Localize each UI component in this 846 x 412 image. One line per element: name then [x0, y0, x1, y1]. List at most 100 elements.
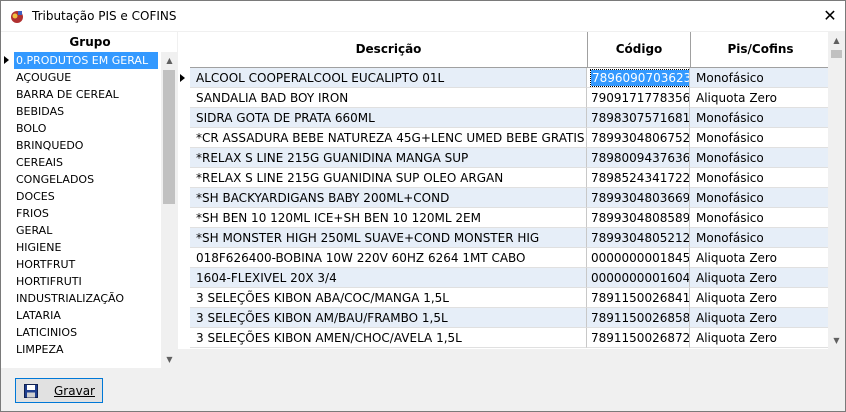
cell-pis-cofins[interactable]: Monofásico: [690, 108, 829, 128]
cell-pis-cofins[interactable]: Aliquota Zero: [690, 308, 829, 328]
cell-descricao[interactable]: *SH MONSTER HIGH 250ML SUAVE+COND MONSTE…: [190, 228, 587, 248]
row-indicator[interactable]: [178, 148, 190, 168]
cell-descricao[interactable]: SIDRA GOTA DE PRATA 660ML: [190, 108, 587, 128]
table-row[interactable]: 3 SELEÇÕES KIBON AMEN/CHOC/AVELA 1,5L 789…: [178, 328, 829, 348]
cell-codigo[interactable]: 7896090703623: [587, 68, 690, 88]
cell-descricao[interactable]: 3 SELEÇÕES KIBON AMEN/CHOC/AVELA 1,5L: [190, 328, 587, 348]
table-row[interactable]: 3 SELEÇÕES KIBON ABA/COC/MANGA 1,5L 78911…: [178, 288, 829, 308]
group-item[interactable]: FRIOS: [1, 205, 161, 222]
table-row[interactable]: ALCOOL COOPERALCOOL EUCALIPTO 01L 7896090…: [178, 68, 829, 88]
group-item[interactable]: AÇOUGUE: [1, 69, 161, 86]
cell-pis-cofins[interactable]: Monofásico: [690, 228, 829, 248]
cell-pis-cofins[interactable]: Aliquota Zero: [690, 268, 829, 288]
cell-descricao[interactable]: 3 SELEÇÕES KIBON AM/BAU/FRAMBO 1,5L: [190, 308, 587, 328]
table-row[interactable]: *SH BACKYARDIGANS BABY 200ML+COND 7899304…: [178, 188, 829, 208]
group-item[interactable]: LIMPEZA: [1, 341, 161, 358]
cell-descricao[interactable]: 018F626400-BOBINA 10W 220V 60HZ 6264 1MT…: [190, 248, 587, 268]
cell-pis-cofins[interactable]: Monofásico: [690, 208, 829, 228]
group-item[interactable]: DOCES: [1, 188, 161, 205]
cell-descricao[interactable]: 1604-FLEXIVEL 20X 3/4: [190, 268, 587, 288]
row-indicator[interactable]: [178, 268, 190, 288]
group-list-scrollbar[interactable]: ▲ ▼: [161, 52, 177, 368]
group-item[interactable]: LATICINIOS: [1, 324, 161, 341]
cell-pis-cofins[interactable]: Monofásico: [690, 188, 829, 208]
cell-codigo[interactable]: 0000000001845: [587, 248, 690, 268]
cell-pis-cofins[interactable]: Aliquota Zero: [690, 88, 829, 108]
cell-descricao[interactable]: *SH BEN 10 120ML ICE+SH BEN 10 120ML 2EM: [190, 208, 587, 228]
cell-codigo[interactable]: 7898524341722: [587, 168, 690, 188]
cell-codigo[interactable]: 7899304808589: [587, 208, 690, 228]
row-indicator[interactable]: [178, 288, 190, 308]
group-item[interactable]: CONGELADOS: [1, 171, 161, 188]
grid-scroll-thumb[interactable]: [831, 50, 842, 58]
table-row[interactable]: *RELAX S LINE 215G GUANIDINA MANGA SUP 78…: [178, 148, 829, 168]
table-row[interactable]: 3 SELEÇÕES KIBON AM/BAU/FRAMBO 1,5L 78911…: [178, 308, 829, 328]
table-row[interactable]: SIDRA GOTA DE PRATA 660ML 7898307571681 Mo…: [178, 108, 829, 128]
table-row[interactable]: *SH BEN 10 120ML ICE+SH BEN 10 120ML 2EM…: [178, 208, 829, 228]
group-item[interactable]: HIGIENE: [1, 239, 161, 256]
row-indicator[interactable]: [178, 208, 190, 228]
table-row[interactable]: 018F626400-BOBINA 10W 220V 60HZ 6264 1MT…: [178, 248, 829, 268]
grid-scroll-up-icon[interactable]: ▲: [828, 32, 845, 49]
scroll-down-icon[interactable]: ▼: [161, 351, 178, 368]
cell-codigo[interactable]: 0000000001604: [587, 268, 690, 288]
group-item[interactable]: BEBIDAS: [1, 103, 161, 120]
cell-pis-cofins[interactable]: Aliquota Zero: [690, 328, 829, 348]
group-item[interactable]: BARRA DE CEREAL: [1, 86, 161, 103]
group-item[interactable]: GERAL: [1, 222, 161, 239]
table-row[interactable]: 1604-FLEXIVEL 20X 3/4 0000000001604 Aliquo…: [178, 268, 829, 288]
group-scroll-thumb[interactable]: [163, 70, 175, 204]
row-indicator[interactable]: [178, 168, 190, 188]
group-item[interactable]: CEREAIS: [1, 154, 161, 171]
grid-vertical-scrollbar[interactable]: ▲ ▼: [828, 32, 845, 349]
cell-pis-cofins[interactable]: Aliquota Zero: [690, 248, 829, 268]
group-item[interactable]: HORTFRUT: [1, 256, 161, 273]
row-indicator[interactable]: [178, 228, 190, 248]
cell-codigo[interactable]: 7899304803669: [587, 188, 690, 208]
group-item[interactable]: HORTIFRUTI: [1, 273, 161, 290]
row-indicator[interactable]: [178, 188, 190, 208]
group-item[interactable]: BOLO: [1, 120, 161, 137]
cell-descricao[interactable]: 3 SELEÇÕES KIBON ABA/COC/MANGA 1,5L: [190, 288, 587, 308]
cell-codigo[interactable]: 7891150026858: [587, 308, 690, 328]
row-indicator[interactable]: [178, 308, 190, 328]
cell-pis-cofins[interactable]: Monofásico: [690, 68, 829, 88]
header-descricao[interactable]: Descrição: [190, 32, 588, 67]
header-codigo[interactable]: Código: [588, 32, 691, 67]
row-indicator[interactable]: [178, 328, 190, 348]
row-indicator[interactable]: [178, 248, 190, 268]
cell-codigo[interactable]: 7891150026841: [587, 288, 690, 308]
cell-pis-cofins[interactable]: Monofásico: [690, 148, 829, 168]
table-row[interactable]: *SH MONSTER HIGH 250ML SUAVE+COND MONSTE…: [178, 228, 829, 248]
cell-codigo[interactable]: 7909171778356: [587, 88, 690, 108]
cell-codigo[interactable]: 7899304805212: [587, 228, 690, 248]
cell-pis-cofins[interactable]: Monofásico: [690, 128, 829, 148]
cell-descricao[interactable]: *RELAX S LINE 215G GUANIDINA MANGA SUP: [190, 148, 587, 168]
close-button[interactable]: ✕: [815, 1, 845, 31]
row-indicator[interactable]: [178, 108, 190, 128]
group-item[interactable]: 0.PRODUTOS EM GERAL: [1, 52, 161, 69]
row-indicator[interactable]: [178, 88, 190, 108]
header-pis-cofins[interactable]: Pis/Cofins: [691, 32, 831, 67]
grid-horizontal-scrollbar[interactable]: [178, 349, 829, 366]
cell-descricao[interactable]: SANDALIA BAD BOY IRON: [190, 88, 587, 108]
table-row[interactable]: *CR ASSADURA BEBE NATUREZA 45G+LENC UMED…: [178, 128, 829, 148]
cell-pis-cofins[interactable]: Monofásico: [690, 168, 829, 188]
cell-descricao[interactable]: *CR ASSADURA BEBE NATUREZA 45G+LENC UMED…: [190, 128, 587, 148]
group-item[interactable]: BRINQUEDO: [1, 137, 161, 154]
table-row[interactable]: SANDALIA BAD BOY IRON 7909171778356 Aliquo…: [178, 88, 829, 108]
scroll-up-icon[interactable]: ▲: [161, 52, 178, 69]
cell-descricao[interactable]: *RELAX S LINE 215G GUANIDINA SUP OLEO AR…: [190, 168, 587, 188]
group-item[interactable]: LATARIA: [1, 307, 161, 324]
table-row[interactable]: *RELAX S LINE 215G GUANIDINA SUP OLEO AR…: [178, 168, 829, 188]
cell-codigo[interactable]: 7891150026872: [587, 328, 690, 348]
row-indicator[interactable]: [178, 128, 190, 148]
cell-codigo[interactable]: 7898009437636: [587, 148, 690, 168]
cell-descricao[interactable]: *SH BACKYARDIGANS BABY 200ML+COND: [190, 188, 587, 208]
row-indicator[interactable]: [178, 68, 190, 88]
cell-descricao[interactable]: ALCOOL COOPERALCOOL EUCALIPTO 01L: [190, 68, 587, 88]
cell-codigo[interactable]: 7899304806752: [587, 128, 690, 148]
save-button[interactable]: Gravar: [15, 378, 103, 403]
cell-pis-cofins[interactable]: Aliquota Zero: [690, 288, 829, 308]
grid-scroll-down-icon[interactable]: ▼: [828, 332, 845, 349]
